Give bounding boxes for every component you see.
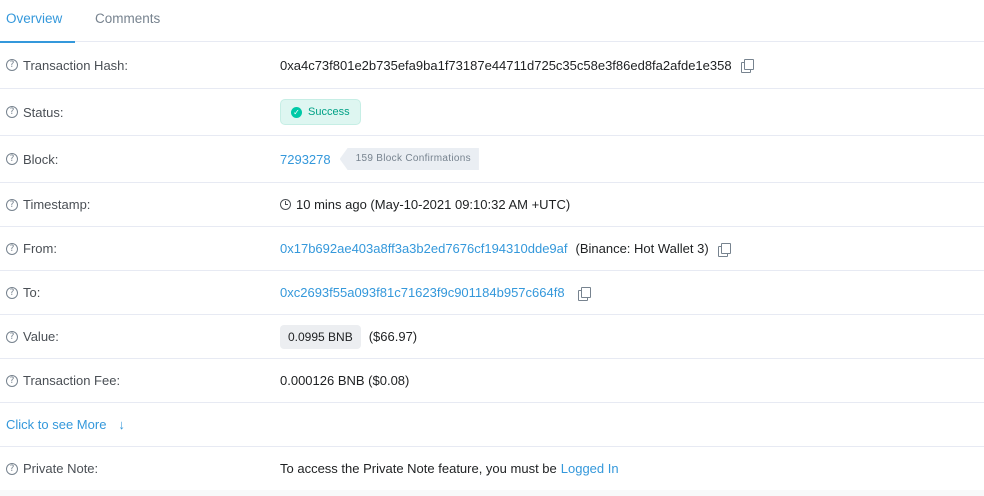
label-text: To:	[23, 285, 41, 300]
value-block: 7293278 159 Block Confirmations	[280, 136, 479, 182]
value-to: 0xc2693f55a093f81c71623f9c901184b957c664…	[280, 271, 591, 314]
from-name-tag: (Binance: Hot Wallet 3)	[575, 241, 709, 256]
label-text: Transaction Fee:	[23, 373, 121, 388]
question-icon[interactable]: ?	[6, 286, 18, 299]
value-transaction-fee: 0.000126 BNB ($0.08)	[280, 359, 409, 402]
tab-comments[interactable]: Comments	[95, 0, 160, 42]
label-text: Block:	[23, 151, 59, 167]
question-icon[interactable]: ?	[6, 153, 18, 165]
value-private-note: To access the Private Note feature, you …	[280, 447, 619, 490]
row-transaction-hash: ? Transaction Hash: 0xa4c73f801e2b735efa…	[0, 42, 984, 89]
label-text: Timestamp:	[23, 197, 91, 212]
value-status: ✓ Success	[280, 89, 361, 135]
block-number-link[interactable]: 7293278	[280, 152, 331, 167]
clock-icon	[280, 199, 291, 210]
question-icon[interactable]: ?	[6, 59, 18, 71]
label-transaction-hash: ? Transaction Hash:	[6, 42, 128, 88]
value-usd: ($66.97)	[368, 329, 418, 344]
label-private-note: ? Private Note:	[6, 447, 98, 490]
tab-overview[interactable]: Overview	[0, 0, 75, 43]
label-status: ? Status:	[6, 89, 63, 135]
to-address-link[interactable]: 0xc2693f55a093f81c71623f9c901184b957c664…	[280, 285, 565, 300]
value-timestamp: 10 mins ago (May-10-2021 09:10:32 AM +UT…	[280, 183, 570, 226]
transaction-details-page: Overview Comments ? Transaction Hash: 0x…	[0, 0, 984, 496]
row-timestamp: ? Timestamp: 10 mins ago (May-10-2021 09…	[0, 183, 984, 227]
copy-icon[interactable]	[577, 286, 591, 301]
bottom-divider	[0, 490, 984, 496]
row-see-more: Click to see More ↓	[0, 403, 984, 447]
label-transaction-fee: ? Transaction Fee:	[6, 359, 120, 402]
status-text: Success	[308, 106, 350, 118]
row-block: ? Block: 7293278 159 Block Confirmations	[0, 136, 984, 183]
label-value: ? Value:	[6, 315, 59, 358]
tab-bar: Overview Comments	[0, 0, 984, 43]
transaction-hash-text: 0xa4c73f801e2b735efa9ba1f73187e44711d725…	[280, 57, 732, 73]
label-text: From:	[23, 241, 57, 256]
copy-icon[interactable]	[717, 242, 731, 257]
label-text: Private Note:	[23, 461, 99, 476]
question-icon[interactable]: ?	[6, 198, 18, 211]
block-confirmations-badge: 159 Block Confirmations	[339, 148, 479, 170]
row-status: ? Status: ✓ Success	[0, 89, 984, 136]
label-text: Value:	[23, 329, 59, 344]
question-icon[interactable]: ?	[6, 242, 18, 255]
question-icon[interactable]: ?	[6, 330, 18, 343]
status-badge: ✓ Success	[280, 99, 361, 125]
question-icon[interactable]: ?	[6, 374, 18, 387]
private-note-text: To access the Private Note feature, you …	[280, 461, 557, 476]
copy-icon[interactable]	[740, 59, 754, 73]
value-transaction-hash: 0xa4c73f801e2b735efa9ba1f73187e44711d725…	[280, 42, 754, 88]
value-value: 0.0995 BNB ($66.97)	[280, 315, 417, 358]
row-transaction-fee: ? Transaction Fee: 0.000126 BNB ($0.08)	[0, 359, 984, 403]
login-link[interactable]: Logged In	[561, 461, 619, 476]
row-to: ? To: 0xc2693f55a093f81c71623f9c901184b9…	[0, 271, 984, 315]
label-text: Status:	[23, 104, 64, 120]
label-to: ? To:	[6, 271, 40, 314]
row-value: ? Value: 0.0995 BNB ($66.97)	[0, 315, 984, 359]
check-circle-icon: ✓	[291, 106, 302, 118]
fee-text: 0.000126 BNB ($0.08)	[280, 373, 410, 388]
arrow-down-icon: ↓	[118, 417, 125, 432]
question-icon[interactable]: ?	[6, 106, 18, 118]
row-from: ? From: 0x17b692ae403a8ff3a3b2ed7676cf19…	[0, 227, 984, 271]
see-more-text: Click to see More	[6, 417, 107, 432]
label-from: ? From:	[6, 227, 57, 270]
timestamp-text: 10 mins ago (May-10-2021 09:10:32 AM +UT…	[296, 197, 571, 212]
question-icon[interactable]: ?	[6, 462, 18, 475]
label-text: Transaction Hash:	[23, 57, 129, 73]
value-from: 0x17b692ae403a8ff3a3b2ed7676cf194310dde9…	[280, 227, 731, 270]
label-timestamp: ? Timestamp:	[6, 183, 90, 226]
see-more-link[interactable]: Click to see More ↓	[6, 403, 125, 446]
row-private-note: ? Private Note: To access the Private No…	[0, 447, 984, 490]
label-block: ? Block:	[6, 136, 58, 182]
from-address-link[interactable]: 0x17b692ae403a8ff3a3b2ed7676cf194310dde9…	[280, 241, 568, 256]
value-amount-pill: 0.0995 BNB	[280, 324, 361, 349]
